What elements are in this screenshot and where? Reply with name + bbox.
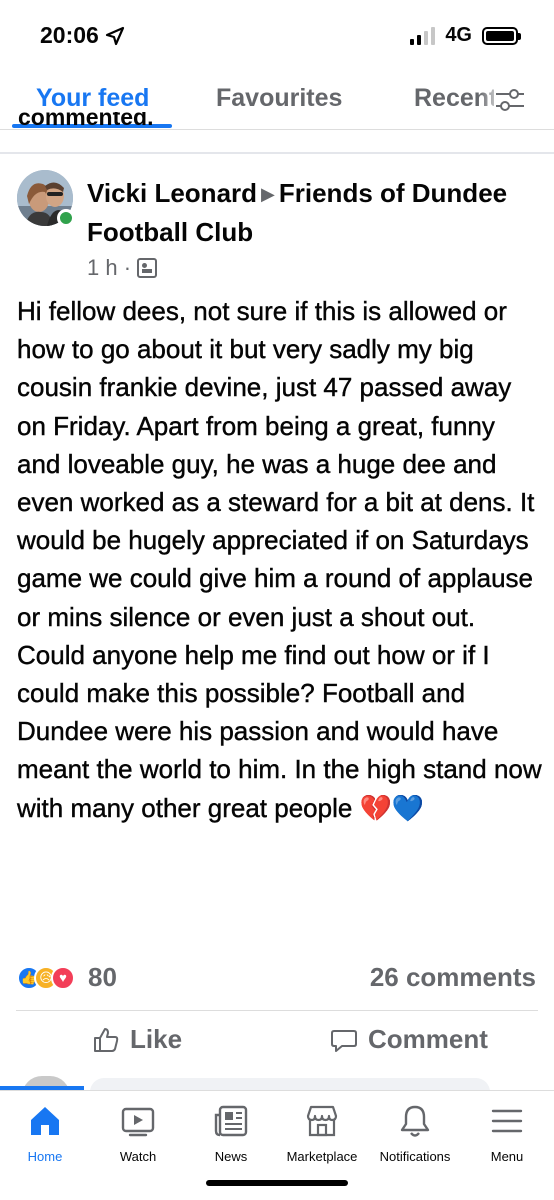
nav-notifications[interactable]: Notifications (365, 1091, 465, 1171)
status-time: 20:06 (40, 22, 125, 49)
location-arrow-icon (105, 26, 124, 45)
nav-home[interactable]: Home (0, 1091, 95, 1171)
post-body: Hi fellow dees, not sure if this is allo… (17, 296, 542, 823)
reaction-count: 80 (88, 962, 117, 992)
reaction-icons: 👍 😥 ♥ (17, 965, 75, 990)
group-privacy-icon (137, 258, 158, 278)
filter-sliders-icon (496, 89, 524, 111)
nav-label-notifications: Notifications (379, 1149, 451, 1164)
nav-label-home: Home (27, 1149, 63, 1164)
post-time[interactable]: 1 h · (87, 255, 131, 281)
like-label: Like (130, 1024, 183, 1054)
nav-label-news: News (214, 1149, 248, 1164)
nav-news[interactable]: News (181, 1091, 281, 1171)
nav-label-menu: Menu (490, 1149, 524, 1164)
status-indicators: 4G (410, 24, 521, 47)
nav-label-watch: Watch (119, 1149, 157, 1164)
bell-icon (397, 1103, 433, 1139)
nav-marketplace[interactable]: Marketplace (272, 1091, 372, 1171)
actions-divider (16, 1010, 538, 1011)
reactions-summary[interactable]: 👍 😥 ♥ 80 (17, 962, 117, 993)
thumbs-up-icon (94, 1027, 119, 1052)
home-indicator-bar[interactable] (206, 1180, 348, 1186)
home-icon (27, 1103, 63, 1139)
tab-favourites[interactable]: Favourites (216, 84, 342, 113)
marketplace-icon (304, 1103, 340, 1139)
nav-menu[interactable]: Menu (457, 1091, 554, 1171)
signal-icon (410, 26, 436, 45)
status-bar: 20:06 4G (0, 0, 554, 72)
post-header: Vicki Leonard ▶ Friends of Dundee Football… (87, 174, 527, 251)
post-divider (0, 152, 554, 154)
status-time-text: 20:06 (40, 22, 99, 48)
network-type: 4G (445, 24, 472, 46)
watch-icon (120, 1103, 156, 1139)
shared-to-arrow-icon: ▶ (261, 184, 275, 204)
previous-post-text: commented. (18, 112, 154, 130)
post-meta: 1 h · (87, 255, 158, 281)
comment-icon (331, 1029, 357, 1052)
online-status-dot (57, 209, 75, 227)
like-button[interactable]: Like (92, 1024, 182, 1055)
filter-button[interactable] (494, 86, 526, 114)
news-icon (213, 1103, 249, 1139)
comment-button[interactable]: Comment (330, 1024, 488, 1055)
love-reaction-icon: ♥ (51, 965, 75, 990)
comments-count[interactable]: 26 comments (370, 962, 536, 993)
menu-icon (489, 1103, 525, 1139)
comment-label: Comment (368, 1024, 488, 1054)
nav-label-marketplace: Marketplace (286, 1149, 358, 1164)
battery-icon (482, 26, 521, 45)
home-active-indicator (0, 1086, 84, 1090)
post-author[interactable]: Vicki Leonard (87, 178, 257, 208)
nav-watch[interactable]: Watch (88, 1091, 188, 1171)
tab-your-feed[interactable]: Your feed (36, 84, 149, 113)
